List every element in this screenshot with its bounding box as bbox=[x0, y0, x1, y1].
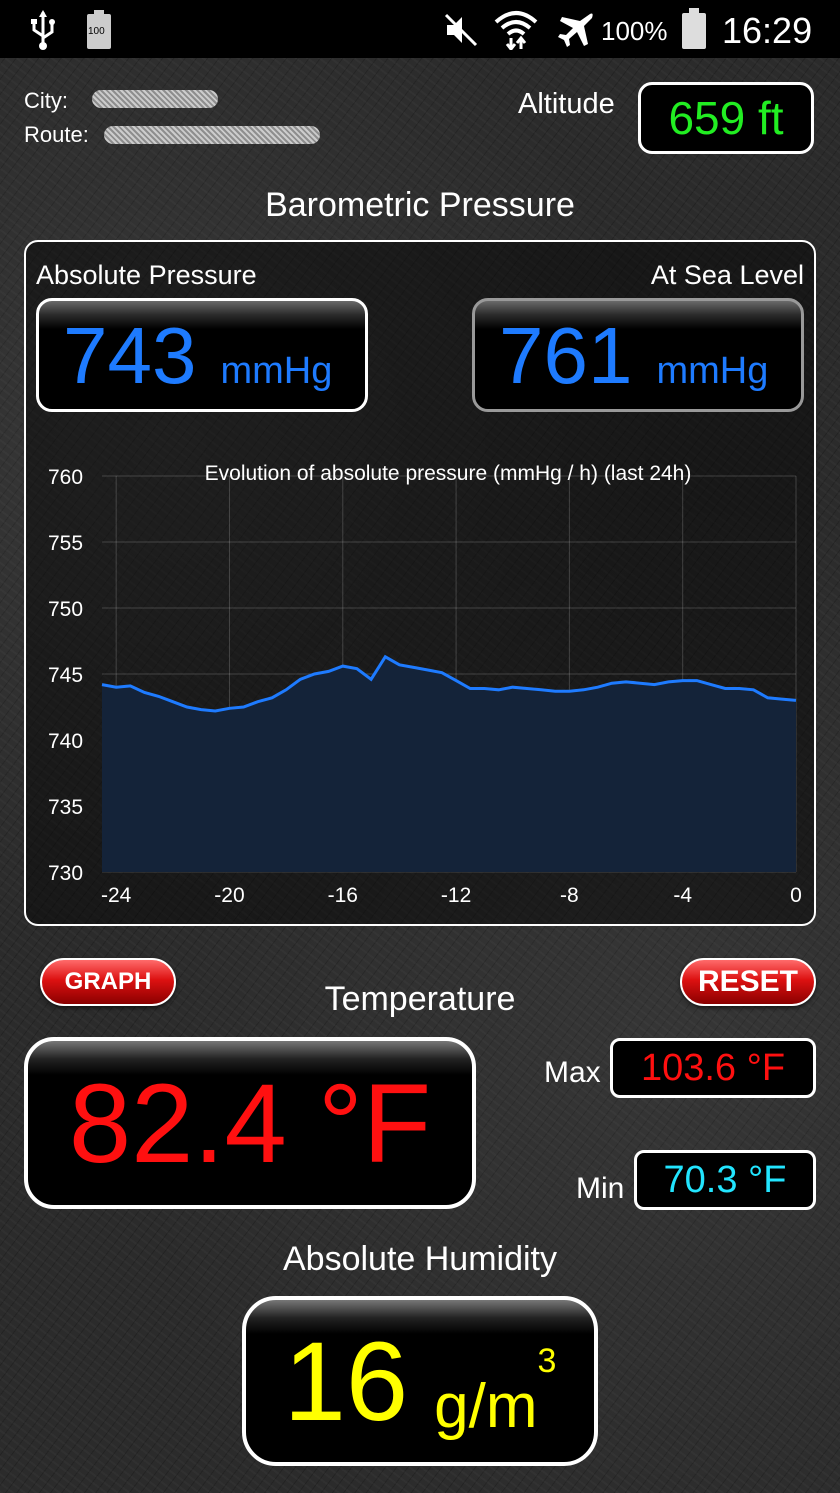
city-label: City: bbox=[24, 88, 68, 113]
barometer-panel: Absolute Pressure At Sea Level 743 mmHg … bbox=[24, 240, 816, 926]
city-value-redacted bbox=[92, 90, 218, 108]
absolute-pressure-unit: mmHg bbox=[220, 350, 333, 392]
x-tick-label: -24 bbox=[101, 884, 132, 907]
chart-area bbox=[101, 654, 797, 872]
y-tick-label: 745 bbox=[48, 664, 83, 687]
battery-full-icon bbox=[680, 8, 708, 54]
usb-icon bbox=[30, 8, 56, 56]
x-tick-label: 0 bbox=[790, 884, 802, 907]
pressure-chart: Evolution of absolute pressure (mmHg / h… bbox=[48, 462, 802, 907]
status-bar: 100 100% 16:29 bbox=[0, 0, 840, 58]
humidity-unit-superscript: 3 bbox=[537, 1341, 557, 1380]
reset-button[interactable]: RESET bbox=[680, 958, 816, 1006]
max-temperature-label: Max bbox=[544, 1056, 601, 1089]
altitude-label: Altitude bbox=[518, 88, 615, 120]
x-tick-label: -4 bbox=[673, 884, 692, 907]
mute-icon bbox=[443, 12, 479, 52]
sealevel-pressure-label: At Sea Level bbox=[650, 260, 804, 290]
min-temperature-value: 70.3 °F bbox=[634, 1150, 816, 1210]
barometer-title: Barometric Pressure bbox=[265, 186, 575, 224]
min-temperature-label: Min bbox=[576, 1172, 625, 1205]
airplane-icon bbox=[556, 10, 596, 54]
absolute-pressure-label: Absolute Pressure bbox=[36, 260, 257, 290]
y-tick-label: 740 bbox=[48, 730, 83, 753]
y-tick-label: 755 bbox=[48, 532, 83, 555]
humidity-title: Absolute Humidity bbox=[282, 1240, 557, 1278]
series-area-fill bbox=[102, 656, 796, 872]
battery-percent: 100% bbox=[601, 16, 668, 46]
y-tick-label: 730 bbox=[48, 862, 83, 885]
chart-title: Evolution of absolute pressure (mmHg / h… bbox=[205, 462, 692, 485]
sealevel-pressure-value: 761 bbox=[499, 311, 633, 400]
humidity-unit: g/m bbox=[434, 1371, 538, 1441]
absolute-pressure-box: 743 mmHg bbox=[36, 298, 368, 412]
x-tick-label: -16 bbox=[328, 884, 358, 907]
y-tick-label: 735 bbox=[48, 796, 83, 819]
humidity-box: 16 g/m 3 bbox=[242, 1296, 598, 1466]
x-tick-label: -12 bbox=[441, 884, 471, 907]
route-value-redacted bbox=[104, 126, 320, 144]
sealevel-pressure-box: 761 mmHg bbox=[472, 298, 804, 412]
absolute-pressure-value: 743 bbox=[63, 311, 197, 400]
temperature-value: 82.4 °F bbox=[24, 1037, 476, 1209]
battery-icon-label: 100 bbox=[88, 26, 105, 37]
route-label: Route: bbox=[24, 122, 89, 147]
y-axis-ticks: 760 755 750 745 740 735 730 bbox=[48, 466, 83, 885]
x-tick-label: -8 bbox=[560, 884, 579, 907]
wifi-icon bbox=[494, 8, 538, 54]
x-axis-ticks: -24 -20 -16 -12 -8 -4 0 bbox=[101, 884, 802, 907]
y-tick-label: 760 bbox=[48, 466, 83, 489]
humidity-value: 16 bbox=[283, 1318, 409, 1444]
battery-icon: 100 bbox=[86, 10, 112, 54]
sealevel-pressure-unit: mmHg bbox=[656, 350, 769, 392]
clock-time: 16:29 bbox=[722, 10, 813, 51]
altitude-value: 659 ft bbox=[638, 82, 814, 154]
y-tick-label: 750 bbox=[48, 598, 83, 621]
x-tick-label: -20 bbox=[214, 884, 244, 907]
max-temperature-value: 103.6 °F bbox=[610, 1038, 816, 1098]
